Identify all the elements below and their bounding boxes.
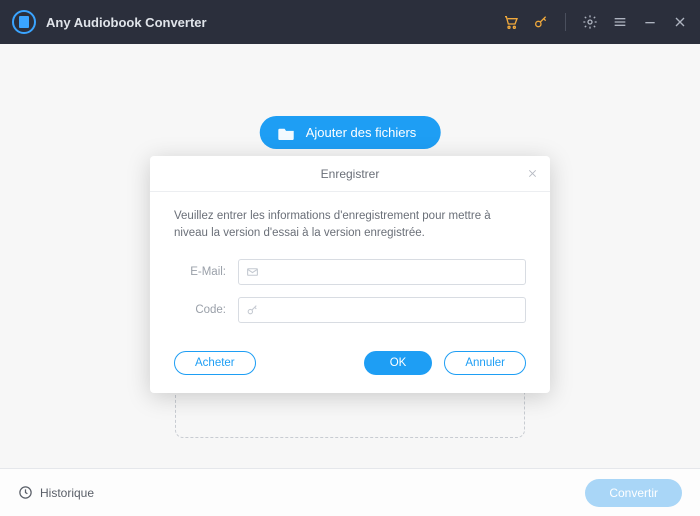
folder-icon xyxy=(278,126,296,140)
buy-button[interactable]: Acheter xyxy=(174,351,256,375)
history-link[interactable]: Historique xyxy=(18,485,94,500)
add-files-label: Ajouter des fichiers xyxy=(306,125,417,140)
code-label: Code: xyxy=(174,304,238,316)
email-row: E-Mail: xyxy=(174,259,526,285)
app-title: Any Audiobook Converter xyxy=(46,15,207,30)
footer: Historique Convertir xyxy=(0,468,700,516)
dialog-instruction: Veuillez entrer les informations d'enreg… xyxy=(174,208,526,243)
dialog-title: Enregistrer xyxy=(321,167,380,181)
titlebar: Any Audiobook Converter xyxy=(0,0,700,44)
history-label: Historique xyxy=(40,486,94,500)
cart-icon[interactable] xyxy=(503,14,519,30)
key-icon[interactable] xyxy=(533,14,549,30)
gear-icon[interactable] xyxy=(582,14,598,30)
mail-icon xyxy=(246,265,259,278)
code-input-wrap[interactable] xyxy=(238,297,526,323)
ok-button[interactable]: OK xyxy=(364,351,433,375)
titlebar-actions xyxy=(503,13,688,31)
dialog-footer: Acheter OK Annuler xyxy=(150,343,550,393)
email-input-wrap[interactable] xyxy=(238,259,526,285)
email-field[interactable] xyxy=(265,266,519,278)
minimize-icon[interactable] xyxy=(642,14,658,30)
cancel-button[interactable]: Annuler xyxy=(444,351,526,375)
email-label: E-Mail: xyxy=(174,266,238,278)
close-icon[interactable] xyxy=(672,14,688,30)
code-field[interactable] xyxy=(265,304,519,316)
dialog-header: Enregistrer xyxy=(150,156,550,192)
dialog-close-icon[interactable] xyxy=(524,166,540,182)
dialog-body: Veuillez entrer les informations d'enreg… xyxy=(150,192,550,343)
convert-button[interactable]: Convertir xyxy=(585,479,682,507)
key-icon xyxy=(246,303,259,316)
add-files-button[interactable]: Ajouter des fichiers xyxy=(260,116,441,149)
separator xyxy=(565,13,566,31)
clock-icon xyxy=(18,485,33,500)
register-dialog: Enregistrer Veuillez entrer les informat… xyxy=(150,156,550,393)
app-logo-icon xyxy=(12,10,36,34)
menu-icon[interactable] xyxy=(612,14,628,30)
code-row: Code: xyxy=(174,297,526,323)
